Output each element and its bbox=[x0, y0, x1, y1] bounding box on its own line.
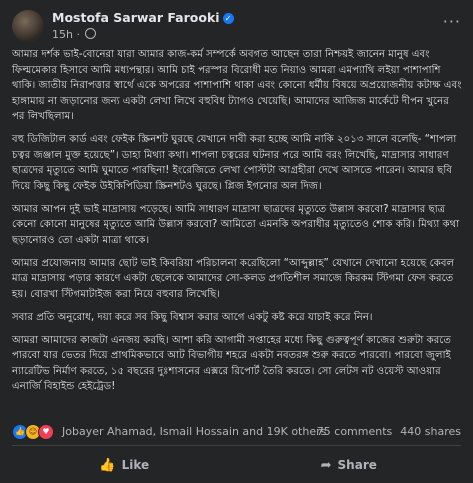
facebook-post: Mostofa Sarwar Farooki ✓ 15h · ··· আমার দ… bbox=[0, 0, 473, 483]
reacted-by[interactable]: Jobayer Ahamad, Ismail Hossain and 19K o… bbox=[62, 425, 326, 438]
share-label: Share bbox=[337, 458, 377, 472]
post-paragraph: আমার আপন দুই ভাই মাদ্রাসায় পড়েছে। আমি … bbox=[12, 203, 460, 246]
more-options-icon[interactable]: ··· bbox=[443, 12, 461, 31]
avatar[interactable] bbox=[12, 10, 44, 42]
post-stats: 👍 ☺ ♥ Jobayer Ahamad, Ismail Hossain and 1… bbox=[12, 423, 461, 441]
action-bar: 👍 Like ➦ Share bbox=[12, 450, 461, 480]
like-label: Like bbox=[121, 458, 150, 472]
post-header: Mostofa Sarwar Farooki ✓ 15h · ··· bbox=[12, 8, 461, 48]
author-name[interactable]: Mostofa Sarwar Farooki bbox=[52, 10, 220, 25]
reaction-icons[interactable]: 👍 ☺ ♥ bbox=[12, 424, 54, 440]
divider bbox=[12, 445, 461, 446]
globe-icon bbox=[85, 28, 97, 39]
verified-badge-icon: ✓ bbox=[222, 13, 234, 24]
post-paragraph: আমার দর্শক ভাই-বোনেরা যারা আমার কাজ-কর্ম… bbox=[12, 49, 462, 122]
post-paragraph: আমার প্রযোজনায় আমার ছোট ভাই কিবরিয়া পর… bbox=[12, 257, 455, 300]
counts: 75 comments 440 shares bbox=[309, 425, 461, 438]
author-row: Mostofa Sarwar Farooki ✓ bbox=[52, 10, 234, 25]
shares-count[interactable]: 440 shares bbox=[400, 425, 461, 438]
comments-count[interactable]: 75 comments bbox=[317, 425, 393, 438]
post-paragraph: বহু ডিজিটাল কার্ড এবং ফেইক স্ক্রিনশট ঘুর… bbox=[12, 134, 457, 192]
post-meta: 15h · bbox=[52, 28, 97, 41]
post-time[interactable]: 15h bbox=[52, 28, 73, 41]
like-button[interactable]: 👍 Like bbox=[12, 450, 237, 480]
share-button[interactable]: ➦ Share bbox=[237, 450, 462, 480]
love-reaction-icon: ♥ bbox=[38, 424, 54, 440]
post-body: আমার দর্শক ভাই-বোনেরা যারা আমার কাজ-কর্ম… bbox=[12, 47, 462, 402]
post-paragraph: সবার প্রতি অনুরোধ, দয়া করে সব কিছু বিশ্… bbox=[12, 311, 373, 323]
post-paragraph: আমরা আমাদের কাজটা এনজয় করছি। আশা করি আগ… bbox=[12, 334, 452, 393]
share-arrow-icon: ➦ bbox=[320, 457, 332, 473]
thumbs-up-icon: 👍 bbox=[99, 457, 116, 473]
